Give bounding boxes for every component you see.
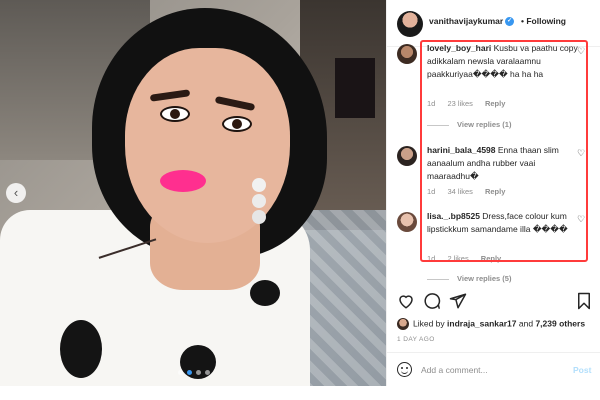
likes-summary: Liked by indraja_sankar17 and 7,239 othe…	[397, 318, 600, 330]
previous-photo-button[interactable]: ‹	[6, 183, 26, 203]
likes-and: and	[518, 318, 534, 329]
commenter-avatar[interactable]	[397, 44, 417, 64]
right-eye	[222, 116, 252, 132]
carousel-dot	[178, 370, 183, 375]
commenter-avatar[interactable]	[397, 146, 417, 166]
commenter-avatar[interactable]	[397, 212, 417, 232]
likes-prefix: Liked by	[413, 318, 445, 329]
likes-count[interactable]: 7,239 others	[535, 318, 585, 328]
carousel-indicator	[178, 370, 210, 375]
post-actions	[387, 288, 600, 316]
carousel-dot	[205, 370, 210, 375]
left-eye	[160, 106, 190, 122]
paper-plane-icon[interactable]	[449, 292, 467, 310]
liker-username[interactable]: indraja_sankar17	[447, 318, 516, 328]
post-time: 1 DAY AGO	[397, 336, 435, 343]
author-avatar[interactable]	[397, 11, 423, 37]
dress-dot	[60, 320, 102, 378]
view-replies-button[interactable]: View replies (5)	[427, 274, 511, 283]
verified-badge-icon: ✓	[505, 17, 515, 27]
comments-highlight-box	[420, 40, 588, 262]
following-button[interactable]: • Following	[521, 16, 566, 26]
author-username[interactable]: vanithavijaykumar ✓	[429, 16, 515, 27]
heart-outline-icon[interactable]	[397, 292, 415, 310]
bookmark-icon[interactable]	[575, 292, 593, 310]
comment-input[interactable]	[421, 362, 561, 378]
liker-avatar[interactable]	[397, 318, 409, 330]
post-comment-button[interactable]: Post	[573, 365, 591, 375]
post-photo[interactable]: ‹	[0, 0, 386, 386]
carousel-dot-active	[187, 370, 192, 375]
dress-dot	[250, 280, 280, 306]
background-sign	[335, 58, 375, 118]
carousel-dot	[196, 370, 201, 375]
pearl-earring	[252, 178, 266, 192]
add-comment-bar: Post	[387, 352, 600, 387]
comment-bubble-icon[interactable]	[423, 292, 441, 310]
pink-lips	[160, 170, 206, 192]
face	[125, 48, 290, 243]
smiley-icon[interactable]	[397, 362, 412, 377]
author-username-text[interactable]: vanithavijaykumar	[429, 16, 503, 26]
